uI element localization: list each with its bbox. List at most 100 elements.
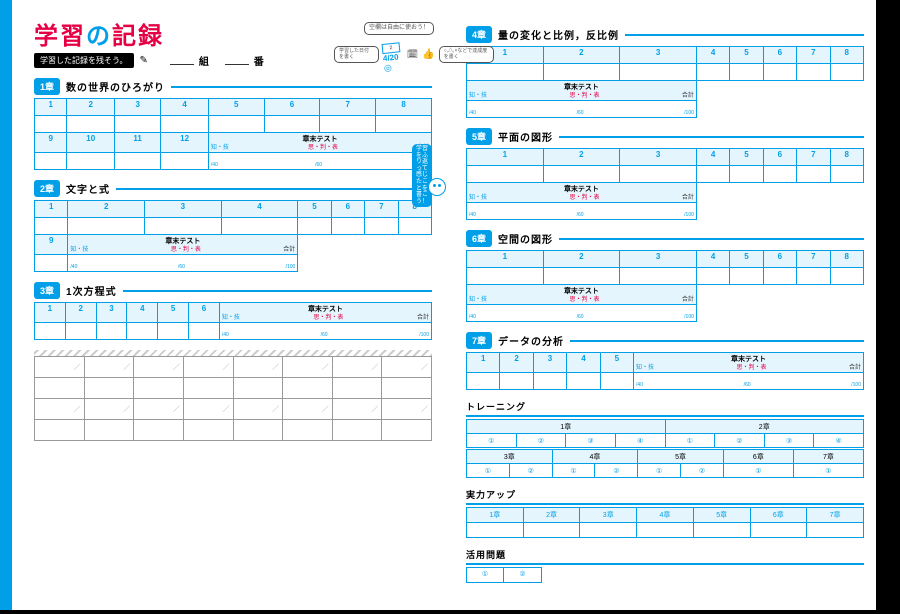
lesson-cell[interactable] [567,373,600,390]
jitsuryoku-cell[interactable] [523,523,580,538]
lesson-cell[interactable] [696,268,729,285]
training-cell[interactable]: ① [552,464,595,478]
test-cell[interactable]: /40/60/100 [219,323,431,340]
lesson-cell[interactable] [500,373,533,390]
jitsuryoku-cell[interactable] [467,523,524,538]
lesson-cell[interactable] [35,116,67,133]
training-cell[interactable]: ① [793,464,863,478]
training-cell[interactable]: ① [638,464,681,478]
lesson-header: 5 [730,149,763,166]
lesson-cell[interactable] [320,116,376,133]
lesson-cell[interactable] [398,218,431,235]
lesson-cell[interactable] [467,166,544,183]
lesson-cell[interactable] [763,64,796,81]
jitsuryoku-cell[interactable] [807,523,864,538]
lesson-cell[interactable] [730,166,763,183]
lesson-cell[interactable] [620,166,697,183]
jitsuryoku-cell[interactable] [693,523,750,538]
lesson-cell[interactable] [830,268,863,285]
lesson-cell[interactable] [543,268,620,285]
free-cell[interactable]: ／ [35,357,85,378]
lesson-cell[interactable] [467,268,544,285]
training-cell[interactable]: ② [595,464,638,478]
lesson-cell[interactable] [533,373,566,390]
test-cell[interactable]: /40/60/100 [467,305,697,322]
lesson-cell[interactable] [696,166,729,183]
lesson-cell[interactable] [158,323,189,340]
lesson-cell[interactable] [730,64,763,81]
training-cell[interactable]: ② [715,434,765,448]
training-cell[interactable]: ④ [814,434,864,448]
class-blank-1[interactable] [170,64,194,65]
lesson-cell[interactable] [35,153,67,170]
lesson-cell[interactable] [298,218,331,235]
katsuyo-2[interactable]: ② [504,567,542,583]
lesson-cell[interactable] [127,323,158,340]
test-header: 章末テスト 知・技思・判・表合計 [467,183,697,203]
lesson-header: 4 [127,303,158,323]
lesson-cell[interactable] [467,373,500,390]
lesson-cell[interactable] [68,218,145,235]
test-cell[interactable]: /40/60/100 [208,153,431,170]
lesson-cell[interactable] [830,166,863,183]
lesson-cell[interactable] [115,116,161,133]
lesson-cell[interactable] [35,255,68,272]
lesson-cell[interactable] [543,64,620,81]
training-cell[interactable]: ① [723,464,793,478]
lesson-cell[interactable] [696,64,729,81]
lesson-cell[interactable] [543,166,620,183]
lesson-cell[interactable] [830,64,863,81]
lesson-cell[interactable] [67,153,115,170]
lesson-cell[interactable] [35,323,66,340]
lesson-cell[interactable] [145,218,222,235]
katsuyo-1[interactable]: ① [466,567,504,583]
lesson-cell[interactable] [67,116,115,133]
lesson-cell[interactable] [365,218,398,235]
lesson-cell[interactable] [620,64,697,81]
lesson-cell[interactable] [208,116,264,133]
training-cell[interactable]: ② [681,464,724,478]
lesson-cell[interactable] [264,116,320,133]
lesson-cell[interactable] [331,218,364,235]
training-cell[interactable]: ① [467,464,510,478]
training-cell[interactable]: ② [516,434,566,448]
lesson-cell[interactable] [763,166,796,183]
jitsuryoku-heading: 実力アップ [466,488,864,505]
lesson-cell[interactable] [376,116,432,133]
lesson-header: 1 [35,201,68,218]
lesson-cell[interactable] [797,166,830,183]
test-cell[interactable]: /40/60/100 [467,203,697,220]
test-cell[interactable]: /40/60/100 [634,373,864,390]
lesson-cell[interactable] [161,153,209,170]
lesson-cell[interactable] [115,153,161,170]
lesson-cell[interactable] [797,64,830,81]
chapter-num: 7章 [466,332,492,349]
training-cell[interactable]: ③ [566,434,616,448]
lesson-cell[interactable] [189,323,220,340]
class-blank-2[interactable] [225,64,249,65]
test-cell[interactable]: /40/60/100 [68,255,298,272]
lesson-cell[interactable] [763,268,796,285]
lesson-cell[interactable] [35,218,68,235]
training-cell[interactable]: ④ [615,434,665,448]
lesson-header: 6 [763,47,796,64]
training-cell[interactable]: ① [665,434,715,448]
lesson-table: 123456789章末テスト 知・技思・判・表合計/40/60/100 [34,200,432,272]
lesson-cell[interactable] [600,373,633,390]
lesson-cell[interactable] [161,116,209,133]
training-cell[interactable]: ② [509,464,552,478]
jitsuryoku-cell[interactable] [750,523,807,538]
lesson-cell[interactable] [221,218,298,235]
jitsuryoku-cell[interactable] [580,523,637,538]
training-cell[interactable]: ① [467,434,517,448]
training-cell[interactable]: ③ [764,434,814,448]
lesson-cell[interactable] [620,268,697,285]
jitsuryoku-cell[interactable] [637,523,694,538]
jitsuryoku-header: 7章 [807,508,864,523]
jitsuryoku-header: 5章 [693,508,750,523]
lesson-cell[interactable] [730,268,763,285]
test-cell[interactable]: /40/60/100 [467,101,697,118]
lesson-cell[interactable] [65,323,96,340]
lesson-cell[interactable] [797,268,830,285]
lesson-cell[interactable] [96,323,127,340]
